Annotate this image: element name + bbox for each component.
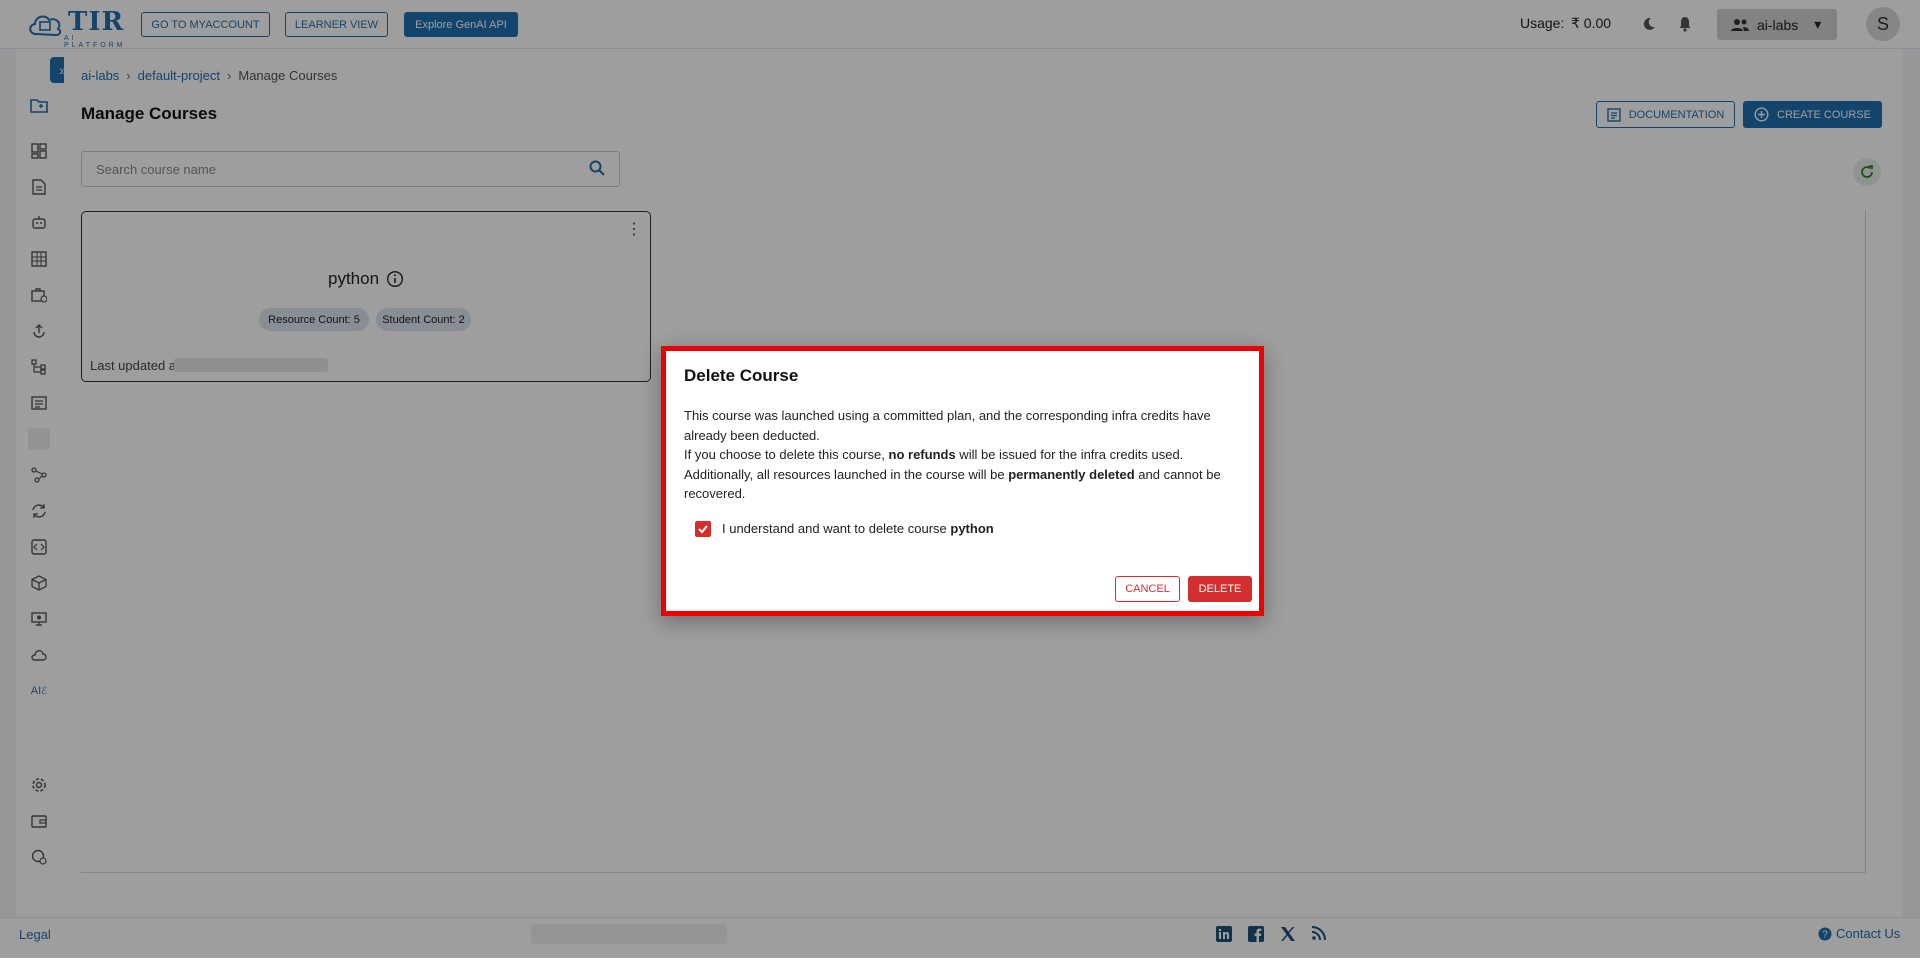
checkmark-icon — [698, 525, 708, 534]
confirm-checkbox[interactable] — [695, 521, 711, 537]
dialog-title: Delete Course — [684, 366, 799, 385]
delete-button[interactable]: DELETE — [1188, 576, 1252, 602]
cancel-button[interactable]: CANCEL — [1115, 576, 1180, 602]
dialog-line-2: If you choose to delete this course, no … — [684, 447, 1184, 462]
confirm-checkbox-label[interactable]: I understand and want to delete course p… — [722, 521, 994, 536]
dialog-line-3: Additionally, all resources launched in … — [684, 466, 1221, 502]
confirm-course-name: python — [950, 521, 994, 536]
dialog-message: This course was launched using a committ… — [684, 406, 1244, 504]
dialog-line-1: This course was launched using a committ… — [684, 408, 1211, 443]
